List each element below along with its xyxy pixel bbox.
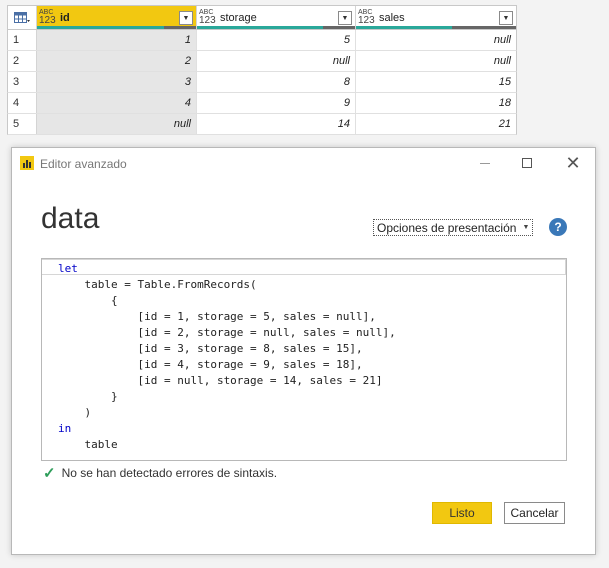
grid-header: ABC 123 id ▼ ABC 123 storage ▼ ABC 123 sale… xyxy=(7,5,517,30)
keyword-token: in xyxy=(58,422,72,435)
code-line[interactable]: table xyxy=(58,437,396,453)
code-line[interactable]: let xyxy=(58,261,396,277)
minimize-icon xyxy=(480,162,490,164)
table-row[interactable]: 2 2 null null xyxy=(7,51,517,72)
code-line[interactable]: ) xyxy=(58,405,396,421)
chevron-down-icon: ▼ xyxy=(182,14,190,22)
any-type-icon[interactable]: ABC 123 xyxy=(199,9,217,26)
cell-storage[interactable]: null xyxy=(197,51,356,71)
keyword-token: let xyxy=(58,262,78,275)
code-line[interactable]: [id = 1, storage = 5, sales = null], xyxy=(58,309,396,325)
column-header-storage[interactable]: ABC 123 storage ▼ xyxy=(197,6,356,29)
cell-id[interactable]: 2 xyxy=(37,51,197,71)
filter-dropdown-button[interactable]: ▼ xyxy=(179,11,193,25)
cell-sales[interactable]: 21 xyxy=(356,114,516,134)
filter-dropdown-button[interactable]: ▼ xyxy=(499,11,513,25)
power-bi-icon xyxy=(20,156,34,170)
query-name: data xyxy=(41,202,100,235)
status-text: No se han detectado errores de sintaxis. xyxy=(61,466,278,480)
cancel-button[interactable]: Cancelar xyxy=(504,502,565,524)
row-number[interactable]: 1 xyxy=(8,30,37,50)
close-button[interactable]: ✕ xyxy=(558,152,588,174)
code-text[interactable]: let table = Table.FromRecords( { [id = 1… xyxy=(58,261,396,453)
table-row[interactable]: 1 1 5 null xyxy=(7,30,517,51)
cell-sales[interactable]: null xyxy=(356,30,516,50)
view-options-dropdown[interactable]: Opciones de presentación ▼ xyxy=(373,219,534,236)
code-line[interactable]: [id = 2, storage = null, sales = null], xyxy=(58,325,395,341)
minimize-button[interactable] xyxy=(470,152,500,174)
column-header-sales[interactable]: ABC 123 sales ▼ xyxy=(356,6,516,29)
column-name: storage xyxy=(220,11,257,24)
syntax-status: ✓ No se han detectado errores de sintaxi… xyxy=(43,464,277,482)
table-row[interactable]: 5 null 14 21 xyxy=(7,114,517,135)
cell-storage[interactable]: 8 xyxy=(197,72,356,92)
help-icon[interactable]: ? xyxy=(549,218,567,236)
row-number[interactable]: 3 xyxy=(8,72,37,92)
code-line[interactable]: in xyxy=(58,421,396,437)
row-number[interactable]: 2 xyxy=(8,51,37,71)
row-number[interactable]: 4 xyxy=(8,93,37,113)
table-row[interactable]: 4 4 9 18 xyxy=(7,93,517,114)
any-type-icon[interactable]: ABC 123 xyxy=(39,9,57,26)
column-quality-bar xyxy=(37,26,196,29)
column-quality-bar xyxy=(197,26,355,29)
advanced-editor-dialog: Editor avanzado ✕ data Opciones de prese… xyxy=(11,147,596,555)
check-icon: ✓ xyxy=(43,465,56,482)
cell-id[interactable]: 4 xyxy=(37,93,197,113)
code-line[interactable]: } xyxy=(58,389,396,405)
code-line[interactable]: table = Table.FromRecords( xyxy=(58,277,396,293)
table-icon xyxy=(14,11,30,23)
filter-dropdown-button[interactable]: ▼ xyxy=(338,11,352,25)
close-icon: ✕ xyxy=(565,152,581,173)
row-number[interactable]: 5 xyxy=(8,114,37,134)
code-line[interactable]: [id = null, storage = 14, sales = 21] xyxy=(58,373,396,389)
column-name: sales xyxy=(379,11,405,24)
dialog-title: Editor avanzado xyxy=(40,157,127,171)
column-name: id xyxy=(60,11,70,24)
maximize-button[interactable] xyxy=(512,152,542,174)
code-line[interactable]: { xyxy=(58,293,396,309)
maximize-icon xyxy=(522,158,532,168)
cell-storage[interactable]: 14 xyxy=(197,114,356,134)
chevron-down-icon: ▼ xyxy=(522,224,530,231)
chevron-down-icon: ▼ xyxy=(341,14,349,22)
column-quality-bar xyxy=(356,26,516,29)
cell-id[interactable]: 3 xyxy=(37,72,197,92)
cell-id[interactable]: 1 xyxy=(37,30,197,50)
cell-storage[interactable]: 5 xyxy=(197,30,356,50)
view-options-label: Opciones de presentación xyxy=(377,220,517,235)
code-editor[interactable]: let table = Table.FromRecords( { [id = 1… xyxy=(41,258,567,461)
cell-storage[interactable]: 9 xyxy=(197,93,356,113)
cell-id[interactable]: null xyxy=(37,114,197,134)
data-grid: ABC 123 id ▼ ABC 123 storage ▼ ABC 123 sale… xyxy=(7,5,517,135)
code-line[interactable]: [id = 3, storage = 8, sales = 15], xyxy=(58,341,396,357)
dialog-titlebar[interactable]: Editor avanzado ✕ xyxy=(12,148,595,178)
done-button[interactable]: Listo xyxy=(432,502,492,524)
cell-sales[interactable]: null xyxy=(356,51,516,71)
table-menu-button[interactable] xyxy=(8,6,37,29)
table-row[interactable]: 3 3 8 15 xyxy=(7,72,517,93)
any-type-icon[interactable]: ABC 123 xyxy=(358,9,376,26)
cell-sales[interactable]: 15 xyxy=(356,72,516,92)
cell-sales[interactable]: 18 xyxy=(356,93,516,113)
column-header-id[interactable]: ABC 123 id ▼ xyxy=(37,6,197,29)
chevron-down-icon: ▼ xyxy=(502,14,510,22)
code-line[interactable]: [id = 4, storage = 9, sales = 18], xyxy=(58,357,396,373)
